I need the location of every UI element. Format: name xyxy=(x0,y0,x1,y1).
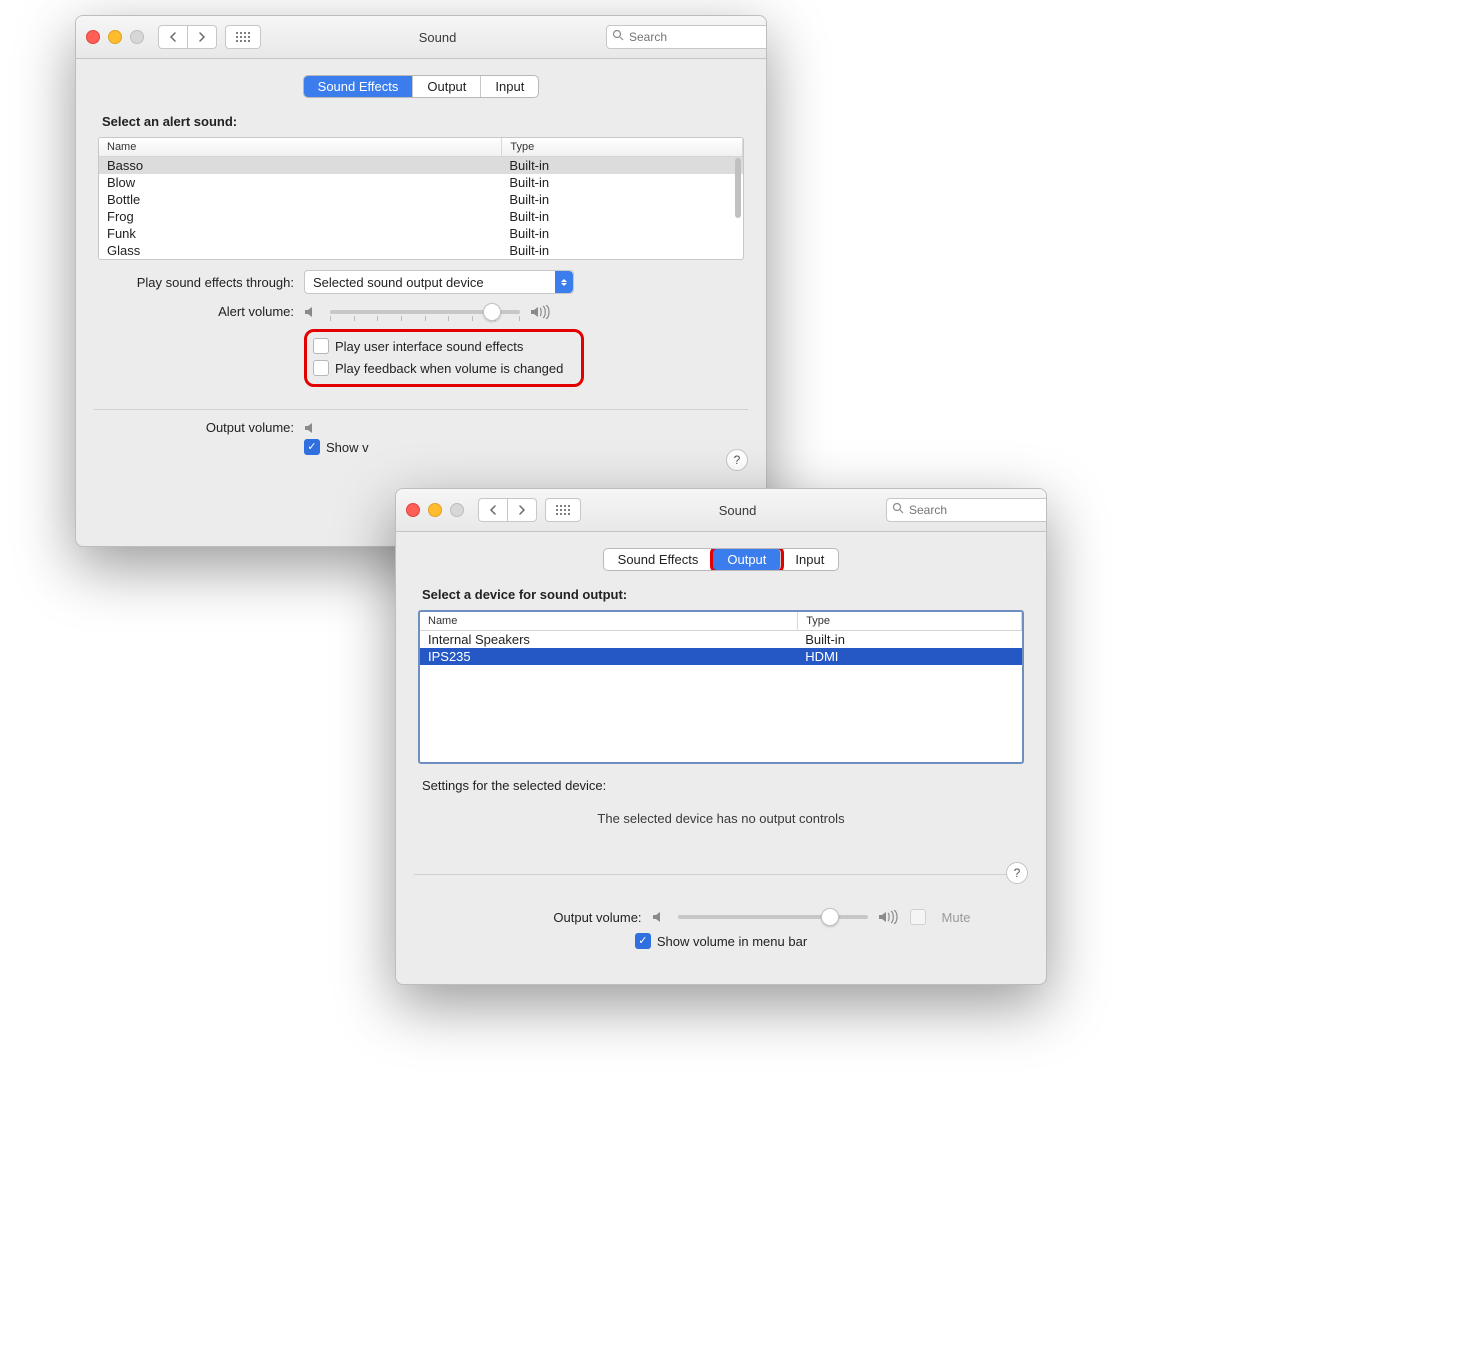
zoom-button[interactable] xyxy=(450,503,464,517)
search-input[interactable] xyxy=(886,498,1047,522)
checkbox-ui-sound-effects[interactable] xyxy=(313,338,329,354)
tab-output[interactable]: Output xyxy=(713,549,781,570)
table-row[interactable]: BottleBuilt-in xyxy=(99,191,743,208)
checkbox-volume-feedback-label: Play feedback when volume is changed xyxy=(335,361,563,376)
search-icon xyxy=(612,29,624,41)
highlighted-checkbox-group: Play user interface sound effects Play f… xyxy=(304,329,584,387)
slider-thumb[interactable] xyxy=(821,908,839,926)
titlebar[interactable]: Sound xyxy=(76,16,766,59)
table-row[interactable]: BassoBuilt-in xyxy=(99,157,743,174)
mute-label: Mute xyxy=(942,910,971,925)
col-type[interactable]: Type xyxy=(502,138,743,156)
checkbox-show-volume-menubar[interactable] xyxy=(304,439,320,455)
speaker-high-icon xyxy=(878,910,900,924)
play-through-row: Play sound effects through: Selected sou… xyxy=(94,270,748,294)
show-all-button[interactable] xyxy=(545,498,581,522)
tab-sound-effects[interactable]: Sound Effects xyxy=(304,76,414,97)
close-button[interactable] xyxy=(86,30,100,44)
speaker-low-icon xyxy=(652,910,668,924)
chevron-left-icon xyxy=(489,505,497,515)
table-row[interactable]: FunkBuilt-in xyxy=(99,225,743,242)
slider-track[interactable] xyxy=(678,915,868,919)
forward-button[interactable] xyxy=(507,498,537,522)
minimize-button[interactable] xyxy=(108,30,122,44)
help-button[interactable]: ? xyxy=(726,449,748,471)
speaker-low-icon xyxy=(304,305,320,319)
output-volume-slider[interactable]: Mute xyxy=(652,909,971,925)
tabs: Sound Effects Output Input xyxy=(414,548,1028,571)
alert-volume-label: Alert volume: xyxy=(94,304,304,319)
speaker-high-icon xyxy=(530,305,552,319)
chevron-right-icon xyxy=(518,505,526,515)
sound-prefs-window-output: Sound Sound Effects Output Input Select … xyxy=(395,488,1047,985)
play-through-value: Selected sound output device xyxy=(313,275,484,290)
help-button[interactable]: ? xyxy=(1006,862,1028,884)
speaker-low-icon xyxy=(304,421,320,435)
search-field-wrap xyxy=(606,25,756,49)
col-name[interactable]: Name xyxy=(99,138,502,156)
checkbox-show-volume-menubar-label: Show v xyxy=(326,440,369,455)
col-name[interactable]: Name xyxy=(420,612,798,630)
tab-sound-effects[interactable]: Sound Effects xyxy=(604,549,714,570)
output-volume-label: Output volume: xyxy=(94,420,304,435)
table-row[interactable]: Internal SpeakersBuilt-in xyxy=(420,631,1022,648)
back-button[interactable] xyxy=(158,25,187,49)
checkbox-show-volume-menubar-label: Show volume in menu bar xyxy=(657,934,807,949)
search-field-wrap xyxy=(886,498,1036,522)
nav-group xyxy=(158,25,217,49)
tab-input[interactable]: Input xyxy=(781,549,838,570)
alert-volume-row: Alert volume: xyxy=(94,304,748,319)
sound-prefs-window-sound-effects: Sound Sound Effects Output Input Select … xyxy=(75,15,767,547)
alert-volume-slider[interactable] xyxy=(304,305,552,319)
chevron-right-icon xyxy=(198,32,206,42)
slider-thumb[interactable] xyxy=(483,303,501,321)
slider-track[interactable] xyxy=(330,310,520,314)
close-button[interactable] xyxy=(406,503,420,517)
settings-for-device-label: Settings for the selected device: xyxy=(422,778,1028,793)
window-controls xyxy=(86,30,144,44)
table-row[interactable]: BlowBuilt-in xyxy=(99,174,743,191)
output-device-heading: Select a device for sound output: xyxy=(422,587,1028,602)
no-output-controls-message: The selected device has no output contro… xyxy=(414,811,1028,826)
table-row[interactable]: FrogBuilt-in xyxy=(99,208,743,225)
back-button[interactable] xyxy=(478,498,507,522)
play-through-label: Play sound effects through: xyxy=(94,275,304,290)
table-header: Name Type xyxy=(420,612,1022,631)
tab-output[interactable]: Output xyxy=(413,76,481,97)
checkbox-show-volume-menubar[interactable] xyxy=(635,933,651,949)
tabs: Sound Effects Output Input xyxy=(94,75,748,98)
table-header: Name Type xyxy=(99,138,743,157)
output-volume-row: Output volume: Mute xyxy=(414,909,1028,925)
nav-group xyxy=(478,498,537,522)
chevron-left-icon xyxy=(169,32,177,42)
output-volume-label: Output volume: xyxy=(472,910,652,925)
grid-icon xyxy=(556,505,570,515)
alert-sound-heading: Select an alert sound: xyxy=(102,114,748,129)
minimize-button[interactable] xyxy=(428,503,442,517)
col-type[interactable]: Type xyxy=(798,612,1022,630)
titlebar[interactable]: Sound xyxy=(396,489,1046,532)
play-through-select[interactable]: Selected sound output device xyxy=(304,270,574,294)
output-volume-row: Output volume: xyxy=(94,420,748,435)
output-devices-table[interactable]: Name Type Internal SpeakersBuilt-in IPS2… xyxy=(418,610,1024,764)
search-input[interactable] xyxy=(606,25,767,49)
scrollbar[interactable] xyxy=(735,158,741,218)
checkbox-ui-sound-effects-label: Play user interface sound effects xyxy=(335,339,523,354)
checkbox-mute[interactable] xyxy=(910,909,926,925)
window-controls xyxy=(406,503,464,517)
table-row[interactable]: IPS235HDMI xyxy=(420,648,1022,665)
tab-input[interactable]: Input xyxy=(481,76,538,97)
table-row[interactable]: GlassBuilt-in xyxy=(99,242,743,259)
grid-icon xyxy=(236,32,250,42)
search-icon xyxy=(892,502,904,514)
chevrons-icon xyxy=(555,271,573,293)
window-title: Sound xyxy=(589,503,886,518)
zoom-button[interactable] xyxy=(130,30,144,44)
forward-button[interactable] xyxy=(187,25,217,49)
show-all-button[interactable] xyxy=(225,25,261,49)
alert-sounds-table[interactable]: Name Type BassoBuilt-in BlowBuilt-in Bot… xyxy=(98,137,744,260)
checkbox-volume-feedback[interactable] xyxy=(313,360,329,376)
window-title: Sound xyxy=(269,30,606,45)
